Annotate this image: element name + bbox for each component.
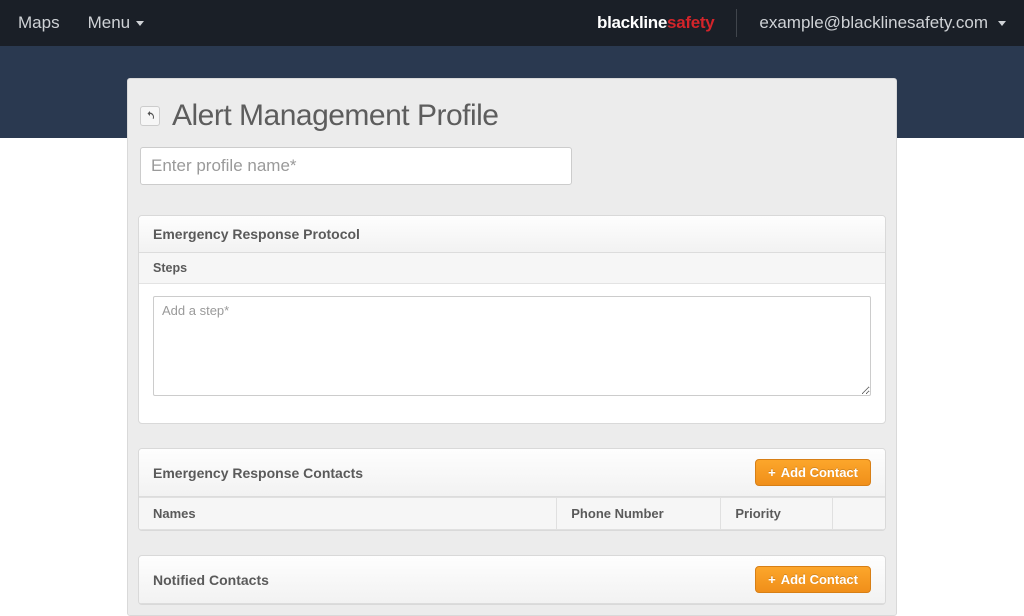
top-navbar: Maps Menu blacklinesafety example@blackl… (0, 0, 1024, 46)
chevron-down-icon (998, 21, 1006, 26)
table-header-row: Names Phone Number Priority (139, 498, 885, 530)
col-actions (833, 498, 885, 530)
protocol-steps-label: Steps (139, 253, 885, 284)
nav-maps-label: Maps (18, 13, 60, 33)
add-emergency-contact-button[interactable]: + Add Contact (755, 459, 871, 486)
brand-primary: blackline (597, 13, 667, 32)
page-title: Alert Management Profile (172, 99, 499, 133)
profile-name-input[interactable] (140, 147, 572, 185)
col-names: Names (139, 498, 557, 530)
brand-logo: blacklinesafety (597, 13, 714, 33)
plus-icon: + (768, 466, 776, 479)
emergency-contacts-header: Emergency Response Contacts (153, 465, 363, 481)
notified-contacts-panel: Notified Contacts + Add Contact (138, 555, 886, 605)
brand-accent: safety (667, 13, 714, 32)
col-priority: Priority (721, 498, 833, 530)
account-email: example@blacklinesafety.com (759, 13, 988, 33)
add-emergency-contact-label: Add Contact (781, 465, 858, 480)
protocol-header-label: Emergency Response Protocol (153, 226, 360, 242)
emergency-contacts-panel: Emergency Response Contacts + Add Contac… (138, 448, 886, 531)
chevron-down-icon (136, 21, 144, 26)
protocol-panel: Emergency Response Protocol Steps (138, 215, 886, 424)
nav-menu[interactable]: Menu (88, 13, 145, 33)
protocol-header: Emergency Response Protocol (139, 216, 885, 253)
navbar-divider (736, 9, 737, 37)
undo-icon (144, 110, 156, 122)
back-button[interactable] (140, 106, 160, 126)
col-phone: Phone Number (557, 498, 721, 530)
nav-maps[interactable]: Maps (18, 13, 60, 33)
nav-menu-label: Menu (88, 13, 131, 33)
step-textarea[interactable] (153, 296, 871, 396)
account-menu[interactable]: example@blacklinesafety.com (759, 13, 1006, 33)
emergency-contacts-table: Names Phone Number Priority (139, 497, 885, 530)
page-card: Alert Management Profile Emergency Respo… (127, 78, 897, 616)
